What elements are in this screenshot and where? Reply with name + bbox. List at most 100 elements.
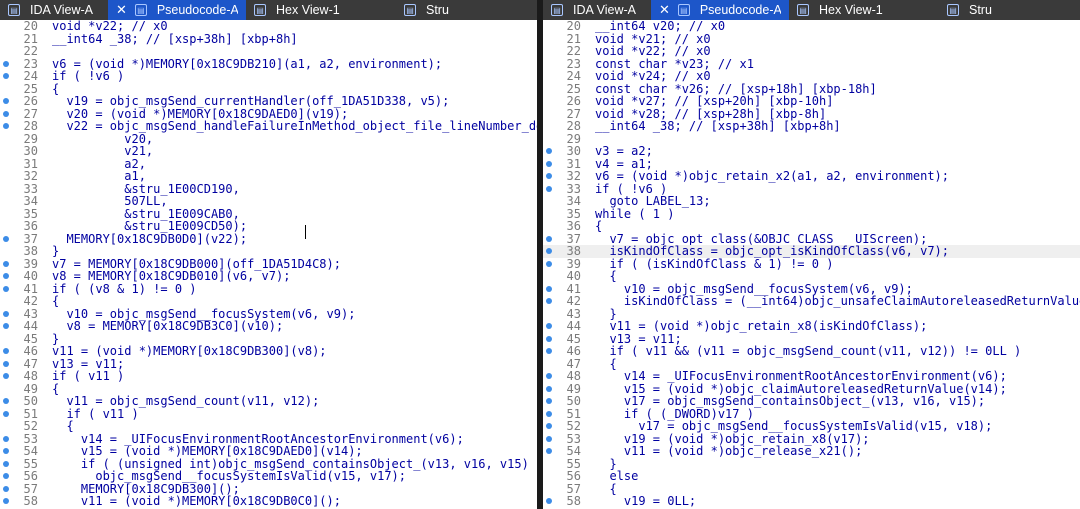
code-line[interactable]: 38 isKindOfClass = objc_opt_isKindOfClas… [543,245,1080,258]
code-line[interactable]: 28 v22 = objc_msgSend_handleFailureInMet… [0,120,537,133]
code-line[interactable]: 52 v17 = objc_msgSend__focusSystemIsVali… [543,420,1080,433]
code-line[interactable]: 48 v14 = _UIFocusEnvironmentRootAncestor… [543,370,1080,383]
breakpoint-dot-icon[interactable] [3,410,9,417]
code-line[interactable]: 50 v11 = objc_msgSend_count(v11, v12); [0,395,537,408]
breakpoint-dot-icon[interactable] [546,335,552,342]
breakpoint-dot-icon[interactable] [546,423,552,429]
close-tab-icon[interactable]: ✕ [659,2,670,18]
breakpoint-dot-icon[interactable] [546,348,552,354]
code-line[interactable]: 58 v11 = (void *)MEMORY[0x18C9DB0C0](); [0,495,537,508]
code-line[interactable]: 36 &stru_1E009CD50); [0,220,537,233]
tab-hex-view-1[interactable]: ▤ Hex View-1 [246,0,396,20]
breakpoint-dot-icon[interactable] [546,260,552,267]
code-line[interactable]: 56 else [543,470,1080,483]
code-line[interactable]: 26 v19 = objc_msgSend_currentHandler(off… [0,95,537,108]
right-code-view[interactable]: 20 __int64 v20; // x0 21 void *v21; // x0 22… [543,20,1080,509]
code-line[interactable]: 42 isKindOfClass = (__int64)objc_unsafeC… [543,295,1080,308]
code-line[interactable]: 34 goto LABEL_13; [543,195,1080,208]
breakpoint-dot-icon[interactable] [3,273,9,279]
breakpoint-dot-icon[interactable] [3,498,9,504]
breakpoint-dot-icon[interactable] [3,323,9,329]
breakpoint-dot-icon[interactable] [546,160,552,167]
code-line[interactable]: 36 { [543,220,1080,233]
code-line[interactable]: 28 __int64 _38; // [xsp+38h] [xbp+8h] [543,120,1080,133]
code-line[interactable]: 40 { [543,270,1080,283]
breakpoint-dot-icon[interactable] [3,435,9,442]
code-line[interactable]: 51 if ( v11 ) [0,407,537,421]
breakpoint-dot-icon[interactable] [3,285,9,292]
breakpoint-dot-icon[interactable] [546,173,552,179]
code-line[interactable]: 42 { [0,295,537,308]
code-line[interactable]: 48 if ( v11 ) [0,370,537,383]
breakpoint-dot-icon[interactable] [546,373,552,379]
code-line[interactable]: 52 { [0,420,537,433]
breakpoint-dot-icon[interactable] [3,123,9,129]
breakpoint-dot-icon[interactable] [546,185,552,192]
tab-ida-view-a[interactable]: ▤ IDA View-A [0,0,108,20]
code-line[interactable]: 22 [0,45,537,58]
code-line[interactable]: 44 v11 = (void *)objc_retain_x8(isKindOf… [543,320,1080,333]
breakpoint-dot-icon[interactable] [546,248,552,254]
code-line[interactable]: 32 v6 = (void *)objc_retain_x2(a1, a2, en… [543,170,1080,183]
tab-pseudocode-a[interactable]: ✕ ▤ Pseudocode-A [651,0,789,20]
tab-ida-view-a[interactable]: ▤ IDA View-A [543,0,651,20]
code-line[interactable]: 38} [0,245,537,258]
code-line[interactable]: 54 v15 = (void *)MEMORY[0x18C9DAED0](v14… [0,445,537,458]
code-line[interactable]: 24 if ( !v6 ) [0,70,537,83]
breakpoint-dot-icon[interactable] [3,310,9,317]
code-line[interactable]: 24 void *v24; // x0 [543,70,1080,83]
breakpoint-dot-icon[interactable] [3,60,9,67]
code-line[interactable]: 46 v11 = (void *)MEMORY[0x18C9DB300](v8); [0,345,537,358]
breakpoint-dot-icon[interactable] [546,285,552,292]
breakpoint-dot-icon[interactable] [546,448,552,454]
tab-stru[interactable]: ▤ Stru [396,0,516,20]
tab-pseudocode-a[interactable]: ✕ ▤ Pseudocode-A [108,0,246,20]
code-line[interactable]: 30 v21, [0,145,537,158]
breakpoint-dot-icon[interactable] [3,110,9,117]
code-line[interactable]: 20 __int64 v20; // x0 [543,20,1080,33]
breakpoint-dot-icon[interactable] [3,473,9,479]
breakpoint-dot-icon[interactable] [3,98,9,104]
code-line[interactable]: 20 void *v22; // x0 [0,20,537,33]
code-line[interactable]: 40 v8 = MEMORY[0x18C9DB010](v6, v7); [0,270,537,283]
breakpoint-dot-icon[interactable] [3,235,9,242]
close-tab-icon[interactable]: ✕ [116,2,127,18]
breakpoint-dot-icon[interactable] [546,385,552,392]
code-line[interactable]: 30 v3 = a2; [543,145,1080,158]
breakpoint-dot-icon[interactable] [3,373,9,379]
breakpoint-dot-icon[interactable] [546,298,552,304]
code-line[interactable]: 58 v19 = 0LL; [543,495,1080,508]
code-line[interactable]: 41 if ( (v8 & 1) != 0 ) [0,282,537,296]
breakpoint-dot-icon[interactable] [546,235,552,242]
code-line[interactable]: 22 void *v22; // x0 [543,45,1080,58]
breakpoint-dot-icon[interactable] [3,460,9,467]
breakpoint-dot-icon[interactable] [3,485,9,492]
tab-hex-view-1[interactable]: ▤ Hex View-1 [789,0,939,20]
code-line[interactable]: 56 objc_msgSend__focusSystemIsValid(v15,… [0,470,537,483]
code-line[interactable]: 21 __int64 _38; // [xsp+38h] [xbp+8h] [0,32,537,46]
breakpoint-dot-icon[interactable] [3,398,9,404]
breakpoint-dot-icon[interactable] [3,73,9,79]
code-line[interactable]: 35 while ( 1 ) [543,207,1080,221]
breakpoint-dot-icon[interactable] [3,348,9,354]
breakpoint-dot-icon[interactable] [546,498,552,504]
code-line[interactable]: 32 a1, [0,170,537,183]
breakpoint-dot-icon[interactable] [546,323,552,329]
code-line[interactable]: 39 if ( (isKindOfClass & 1) != 0 ) [543,257,1080,271]
breakpoint-dot-icon[interactable] [546,410,552,417]
code-line[interactable]: 44 v8 = MEMORY[0x18C9DB3C0](v10); [0,320,537,333]
code-line[interactable]: 46 if ( v11 && (v11 = objc_msgSend_count… [543,345,1080,358]
code-line[interactable]: 34 507LL, [0,195,537,208]
code-line[interactable]: 50 v17 = objc_msgSend_containsObject_(v1… [543,395,1080,408]
breakpoint-dot-icon[interactable] [546,398,552,404]
code-line[interactable]: 54 v11 = (void *)objc_release_x21(); [543,445,1080,458]
left-code-view[interactable]: 20 void *v22; // x0 21 __int64 _38; // [xsp… [0,20,537,509]
breakpoint-dot-icon[interactable] [546,435,552,442]
breakpoint-dot-icon[interactable] [3,360,9,367]
code-line[interactable]: 37 MEMORY[0x18C9DB0D0](v22); [0,232,537,246]
breakpoint-dot-icon[interactable] [546,148,552,154]
tab-stru[interactable]: ▤ Stru [939,0,1059,20]
code-line[interactable]: 26 void *v27; // [xsp+20h] [xbp-10h] [543,95,1080,108]
breakpoint-dot-icon[interactable] [3,448,9,454]
breakpoint-dot-icon[interactable] [3,260,9,267]
